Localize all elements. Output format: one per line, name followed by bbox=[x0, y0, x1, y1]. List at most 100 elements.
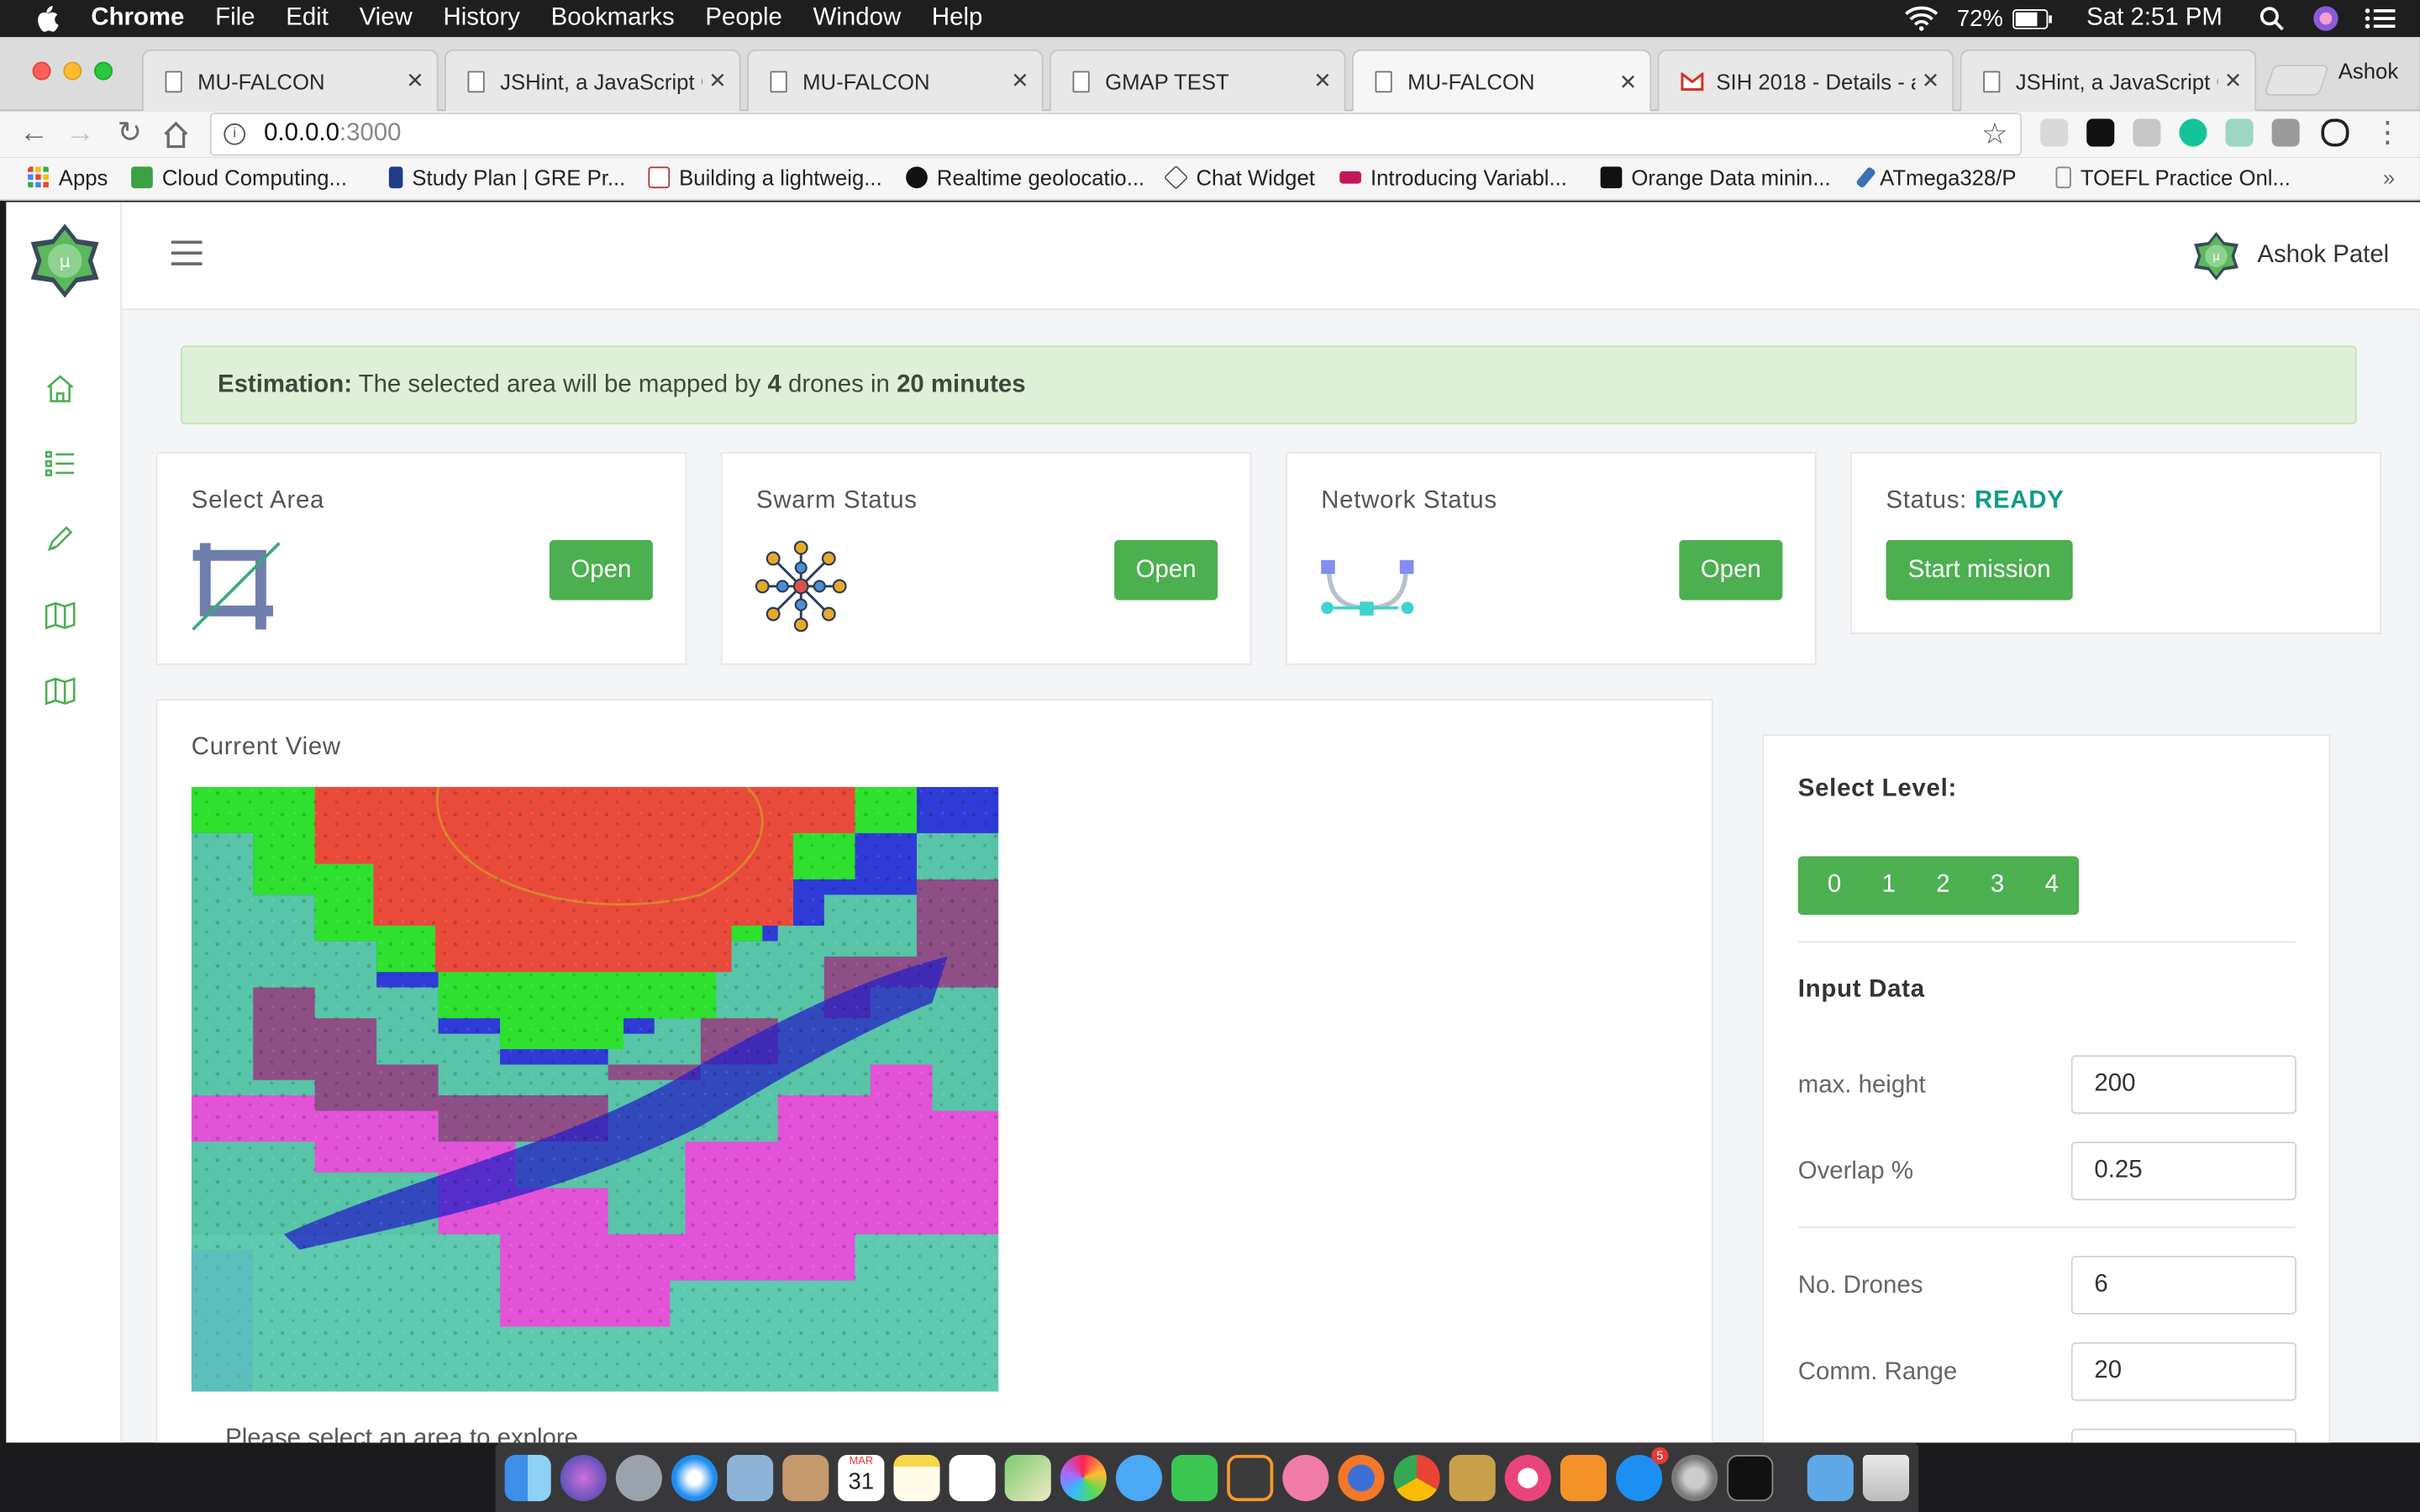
network-status-open-button[interactable]: Open bbox=[1679, 539, 1783, 601]
menu-help[interactable]: Help bbox=[932, 5, 982, 33]
photos-icon[interactable] bbox=[1060, 1454, 1107, 1501]
map-icon[interactable] bbox=[43, 599, 76, 633]
info-icon[interactable]: i bbox=[224, 123, 246, 145]
bookmark-introducing-variable[interactable]: Introducing Variabl... bbox=[1339, 165, 1567, 190]
siri-icon[interactable] bbox=[2312, 5, 2339, 33]
swarm-status-open-button[interactable]: Open bbox=[1114, 539, 1218, 601]
mu-falcon-logo[interactable]: μ bbox=[24, 221, 105, 302]
close-tab-icon[interactable]: ✕ bbox=[2217, 68, 2249, 94]
bookmark-realtime-geolocation[interactable]: Realtime geolocatio... bbox=[906, 165, 1144, 190]
user-menu[interactable]: μ Ashok Patel bbox=[2190, 230, 2389, 282]
extension-cast-icon[interactable] bbox=[2040, 118, 2069, 147]
app-store-icon[interactable]: 5 bbox=[1616, 1446, 1669, 1501]
siri-icon[interactable] bbox=[560, 1454, 607, 1501]
menu-view[interactable]: View bbox=[360, 5, 413, 33]
bookmarks-overflow-chevron-icon[interactable]: » bbox=[2383, 165, 2395, 190]
home-icon[interactable] bbox=[159, 116, 192, 153]
new-tab-button[interactable] bbox=[2263, 65, 2330, 96]
extension-camera-icon[interactable] bbox=[2133, 118, 2161, 147]
notes-icon[interactable] bbox=[893, 1454, 940, 1501]
close-tab-icon[interactable]: ✕ bbox=[1307, 68, 1339, 94]
extension-pocket-icon[interactable] bbox=[2086, 118, 2115, 147]
browser-tab-active[interactable]: MU-FALCON ✕ bbox=[1351, 49, 1652, 113]
maps-icon[interactable] bbox=[1004, 1454, 1051, 1501]
close-tab-icon[interactable]: ✕ bbox=[1915, 68, 1946, 94]
bookmark-chat-widget[interactable]: Chat Widget bbox=[1164, 165, 1315, 190]
wifi-icon[interactable] bbox=[1904, 6, 1939, 31]
comm-range-input[interactable] bbox=[2070, 1341, 2297, 1401]
archive-utility-icon[interactable] bbox=[1449, 1454, 1496, 1501]
menubar-clock[interactable]: Sat 2:51 PM bbox=[2086, 5, 2223, 33]
bookmark-orange-data-mining[interactable]: Orange Data minin... bbox=[1600, 165, 1831, 190]
launchpad-icon[interactable] bbox=[615, 1454, 662, 1501]
spotlight-search-icon[interactable] bbox=[2260, 6, 2284, 31]
menu-edit[interactable]: Edit bbox=[286, 5, 329, 33]
chrome-icon[interactable] bbox=[1393, 1454, 1440, 1501]
trash-icon[interactable] bbox=[1862, 1454, 1909, 1501]
window-close-button[interactable] bbox=[32, 61, 51, 81]
menu-app-name[interactable]: Chrome bbox=[91, 5, 184, 33]
bookmark-star-icon[interactable]: ☆ bbox=[1981, 118, 2007, 153]
level-option-2[interactable]: 2 bbox=[1916, 872, 1970, 900]
system-preferences-icon[interactable] bbox=[1671, 1454, 1718, 1501]
sublime-text-icon[interactable] bbox=[1227, 1454, 1274, 1501]
browser-tab[interactable]: GMAP TEST ✕ bbox=[1049, 49, 1346, 112]
no-drones-input[interactable] bbox=[2070, 1256, 2297, 1315]
bookmark-study-plan[interactable]: Study Plan | GRE Pr... bbox=[388, 165, 625, 190]
overlap-input[interactable] bbox=[2070, 1142, 2297, 1200]
start-mission-button[interactable]: Start mission bbox=[1886, 539, 2073, 601]
browser-tab[interactable]: SIH 2018 - Details - ashok✕ bbox=[1657, 49, 1954, 112]
messages-icon[interactable] bbox=[1115, 1454, 1163, 1501]
max-height-input[interactable] bbox=[2070, 1055, 2297, 1115]
preview-icon[interactable] bbox=[727, 1454, 774, 1501]
ibooks-icon[interactable] bbox=[1560, 1454, 1607, 1501]
downloads-folder-icon[interactable] bbox=[1807, 1454, 1854, 1501]
bookmark-toefl[interactable]: TOEFL Practice Onl... bbox=[2055, 165, 2291, 190]
reminders-icon[interactable] bbox=[949, 1454, 996, 1501]
browser-tab[interactable]: MU-FALCON ✕ bbox=[141, 49, 439, 112]
finder-icon[interactable] bbox=[504, 1454, 551, 1501]
level-option-3[interactable]: 3 bbox=[1970, 872, 2025, 900]
home-icon[interactable] bbox=[43, 372, 76, 406]
terrain-segmentation-map[interactable] bbox=[191, 786, 999, 1392]
contacts-icon[interactable] bbox=[782, 1454, 829, 1501]
menu-history[interactable]: History bbox=[444, 5, 520, 33]
bookmark-building-lightweight[interactable]: Building a lightweig... bbox=[648, 165, 882, 190]
close-tab-icon[interactable]: ✕ bbox=[1612, 69, 1644, 95]
bookmark-cloud-computing[interactable]: Cloud Computing... bbox=[131, 165, 347, 190]
browser-tab[interactable]: JSHint, a JavaScript Code Quality Tool✕ bbox=[444, 49, 741, 112]
extension-grammarly-icon[interactable] bbox=[2179, 118, 2207, 147]
chrome-menu-icon[interactable]: ⋮ bbox=[2370, 116, 2404, 153]
window-zoom-button[interactable] bbox=[94, 61, 113, 81]
level-option-1[interactable]: 1 bbox=[1861, 872, 1916, 900]
battery-icon[interactable] bbox=[2012, 8, 2053, 29]
apple-menu-icon[interactable] bbox=[34, 5, 59, 33]
back-arrow-icon[interactable]: ← bbox=[17, 116, 50, 153]
forward-arrow-icon[interactable]: → bbox=[63, 116, 97, 153]
hamburger-menu-icon[interactable] bbox=[171, 240, 203, 265]
address-bar[interactable]: i 0.0.0.0:3000 ☆ bbox=[209, 113, 2023, 156]
menu-bookmarks[interactable]: Bookmarks bbox=[551, 5, 675, 33]
extension-gray-icon[interactable] bbox=[2271, 118, 2300, 147]
level-option-4[interactable]: 4 bbox=[2024, 872, 2079, 900]
menu-window[interactable]: Window bbox=[813, 5, 902, 33]
reload-icon[interactable]: ↻ bbox=[113, 116, 146, 153]
list-icon[interactable] bbox=[43, 446, 76, 480]
close-tab-icon[interactable]: ✕ bbox=[702, 68, 734, 94]
firefox-icon[interactable] bbox=[1338, 1454, 1385, 1501]
close-tab-icon[interactable]: ✕ bbox=[1005, 68, 1036, 94]
itunes-icon[interactable] bbox=[1504, 1454, 1551, 1501]
pink-app-icon[interactable] bbox=[1282, 1454, 1329, 1501]
browser-tab[interactable]: JSHint, a JavaScript Code Quality Tool✕ bbox=[1960, 49, 2257, 112]
facetime-icon[interactable] bbox=[1171, 1454, 1218, 1501]
calendar-icon[interactable]: MAR 31 bbox=[838, 1454, 885, 1501]
extension-link-icon[interactable] bbox=[2321, 118, 2349, 147]
menu-people[interactable]: People bbox=[705, 5, 782, 33]
menu-file[interactable]: File bbox=[215, 5, 255, 33]
additional-input[interactable] bbox=[2070, 1428, 2297, 1443]
window-minimize-button[interactable] bbox=[63, 61, 82, 81]
terminal-icon[interactable] bbox=[1727, 1454, 1774, 1501]
notification-center-icon[interactable] bbox=[2365, 8, 2396, 29]
level-selector[interactable]: 0 1 2 3 4 bbox=[1797, 856, 2080, 916]
extension-audio-icon[interactable] bbox=[2225, 118, 2254, 147]
